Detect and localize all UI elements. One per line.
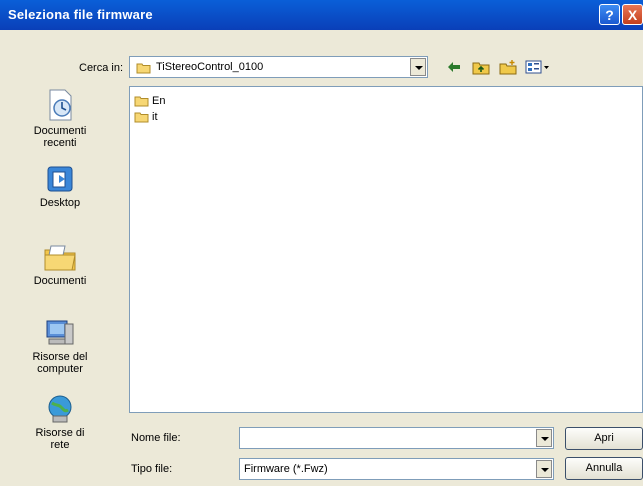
view-menu-icon[interactable]	[525, 59, 551, 75]
look-in-dropdown[interactable]: TiStereoControl_0100	[129, 56, 428, 78]
file-type-value: Firmware (*.Fwz)	[244, 463, 328, 475]
file-name: it	[152, 111, 158, 123]
file-name-field[interactable]	[239, 427, 554, 449]
list-item[interactable]: it	[134, 111, 158, 123]
places-label: Documenti recenti	[33, 125, 87, 149]
network-icon	[48, 395, 72, 423]
file-dialog: { "window": { "title": "Seleziona file f…	[0, 0, 643, 486]
chevron-down-icon[interactable]	[410, 58, 426, 76]
up-folder-icon[interactable]	[472, 59, 490, 75]
folder-icon	[134, 112, 149, 123]
open-button[interactable]: Apri	[565, 427, 643, 450]
file-type-dropdown[interactable]: Firmware (*.Fwz)	[239, 458, 554, 480]
new-folder-icon[interactable]	[499, 59, 517, 75]
recent-documents-icon	[49, 89, 72, 121]
title-bar: Seleziona file firmware ? X	[0, 0, 643, 30]
places-network[interactable]: Risorse di rete	[30, 394, 90, 451]
look-in-label: Cerca in:	[79, 62, 124, 74]
file-name-label: Nome file:	[131, 432, 181, 444]
folder-icon	[134, 96, 149, 107]
file-list[interactable]: En it	[129, 86, 643, 413]
places-desktop[interactable]: Desktop	[30, 164, 90, 209]
close-button[interactable]: X	[622, 4, 643, 25]
help-button[interactable]: ?	[599, 4, 620, 25]
file-name: En	[152, 95, 166, 107]
my-computer-icon	[46, 320, 74, 345]
places-label: Desktop	[39, 197, 81, 209]
look-in-value: TiStereoControl_0100	[156, 61, 264, 73]
back-arrow-icon[interactable]	[446, 59, 462, 75]
folder-icon	[136, 63, 151, 74]
cancel-button[interactable]: Annulla	[565, 457, 643, 480]
list-item[interactable]: En	[134, 95, 165, 107]
chevron-down-icon[interactable]	[536, 429, 552, 447]
places-my-documents[interactable]: Documenti	[30, 242, 90, 287]
desktop-icon	[47, 166, 73, 192]
places-label: Risorse del computer	[32, 351, 88, 375]
places-label: Documenti	[33, 275, 87, 287]
window-title: Seleziona file firmware	[8, 7, 153, 22]
places-my-computer[interactable]: Risorse del computer	[30, 318, 90, 375]
places-label: Risorse di rete	[35, 427, 85, 451]
my-documents-icon	[44, 245, 76, 271]
chevron-down-icon[interactable]	[536, 460, 552, 478]
file-type-label: Tipo file:	[131, 463, 173, 475]
places-recent-documents[interactable]: Documenti recenti	[30, 88, 90, 149]
